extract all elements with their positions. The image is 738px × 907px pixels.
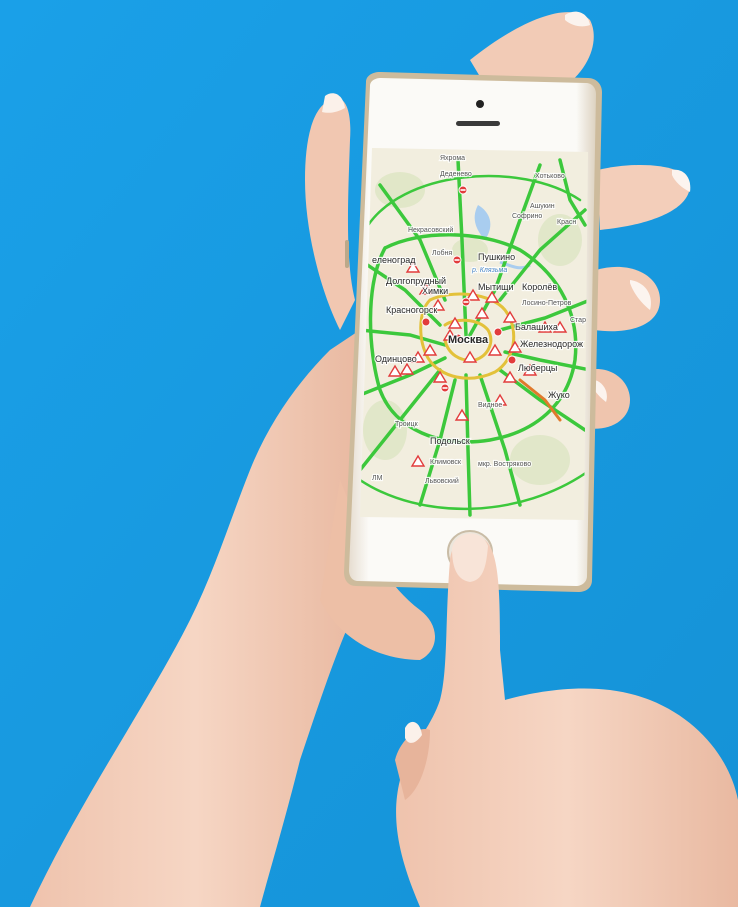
map-screen[interactable]: Яхрома Деденево Хотьково Ашукин Софрино … bbox=[355, 145, 595, 525]
label-odintsovo: Одинцово bbox=[375, 354, 417, 364]
label-lyubertsy: Люберцы bbox=[518, 363, 557, 373]
label-lobnya: Лобня bbox=[432, 249, 452, 257]
label-dedenevo: Деденево bbox=[440, 171, 472, 178]
label-losino-petrovsky: Лосино-Петров bbox=[522, 300, 572, 307]
label-zheleznodorozhny: Железнодорож bbox=[520, 339, 583, 349]
label-balashikha: Балашиха bbox=[515, 322, 558, 332]
label-moscow: Москва bbox=[448, 334, 489, 346]
label-mytishchi: Мытищи bbox=[478, 282, 514, 292]
label-reservoir: р. Клязьма bbox=[471, 267, 507, 274]
label-lvovsky: Львовский bbox=[425, 477, 459, 485]
label-zhukovsky: Жуко bbox=[548, 390, 570, 400]
label-yakhroma: Яхрома bbox=[440, 155, 465, 162]
label-vidnoye: Видное bbox=[478, 402, 502, 409]
front-camera-icon bbox=[476, 100, 484, 108]
label-khimki: Химки bbox=[422, 286, 448, 296]
label-lm: ЛМ bbox=[372, 475, 383, 482]
label-korolev: Королёв bbox=[522, 282, 557, 292]
label-pushkino: Пушкино bbox=[478, 252, 515, 262]
label-klimovsk: Климовск bbox=[430, 459, 462, 466]
label-zelenograd: еленоград bbox=[372, 255, 416, 265]
label-ashukino: Ашукин bbox=[530, 203, 555, 210]
label-khotkovo: Хотьково bbox=[535, 173, 565, 180]
volume-button[interactable] bbox=[345, 240, 349, 268]
label-krasnogorsk: Красногорск bbox=[386, 305, 437, 315]
label-podolsk: Подольск bbox=[430, 436, 470, 446]
label-dolgoprudny: Долгопрудный bbox=[386, 276, 446, 286]
label-vostryakovo: мкр. Востряково bbox=[478, 461, 531, 468]
label-stars: Стар bbox=[570, 317, 586, 324]
label-troitsk: Троицк bbox=[395, 421, 419, 428]
label-krasnoarmeysk: Красн bbox=[557, 219, 576, 226]
label-nekrasovsky: Некрасовский bbox=[408, 226, 453, 234]
label-sofrino: Софрино bbox=[512, 213, 542, 220]
photo-scene: Яхрома Деденево Хотьково Ашукин Софрино … bbox=[0, 0, 738, 907]
earpiece-speaker bbox=[456, 121, 500, 126]
